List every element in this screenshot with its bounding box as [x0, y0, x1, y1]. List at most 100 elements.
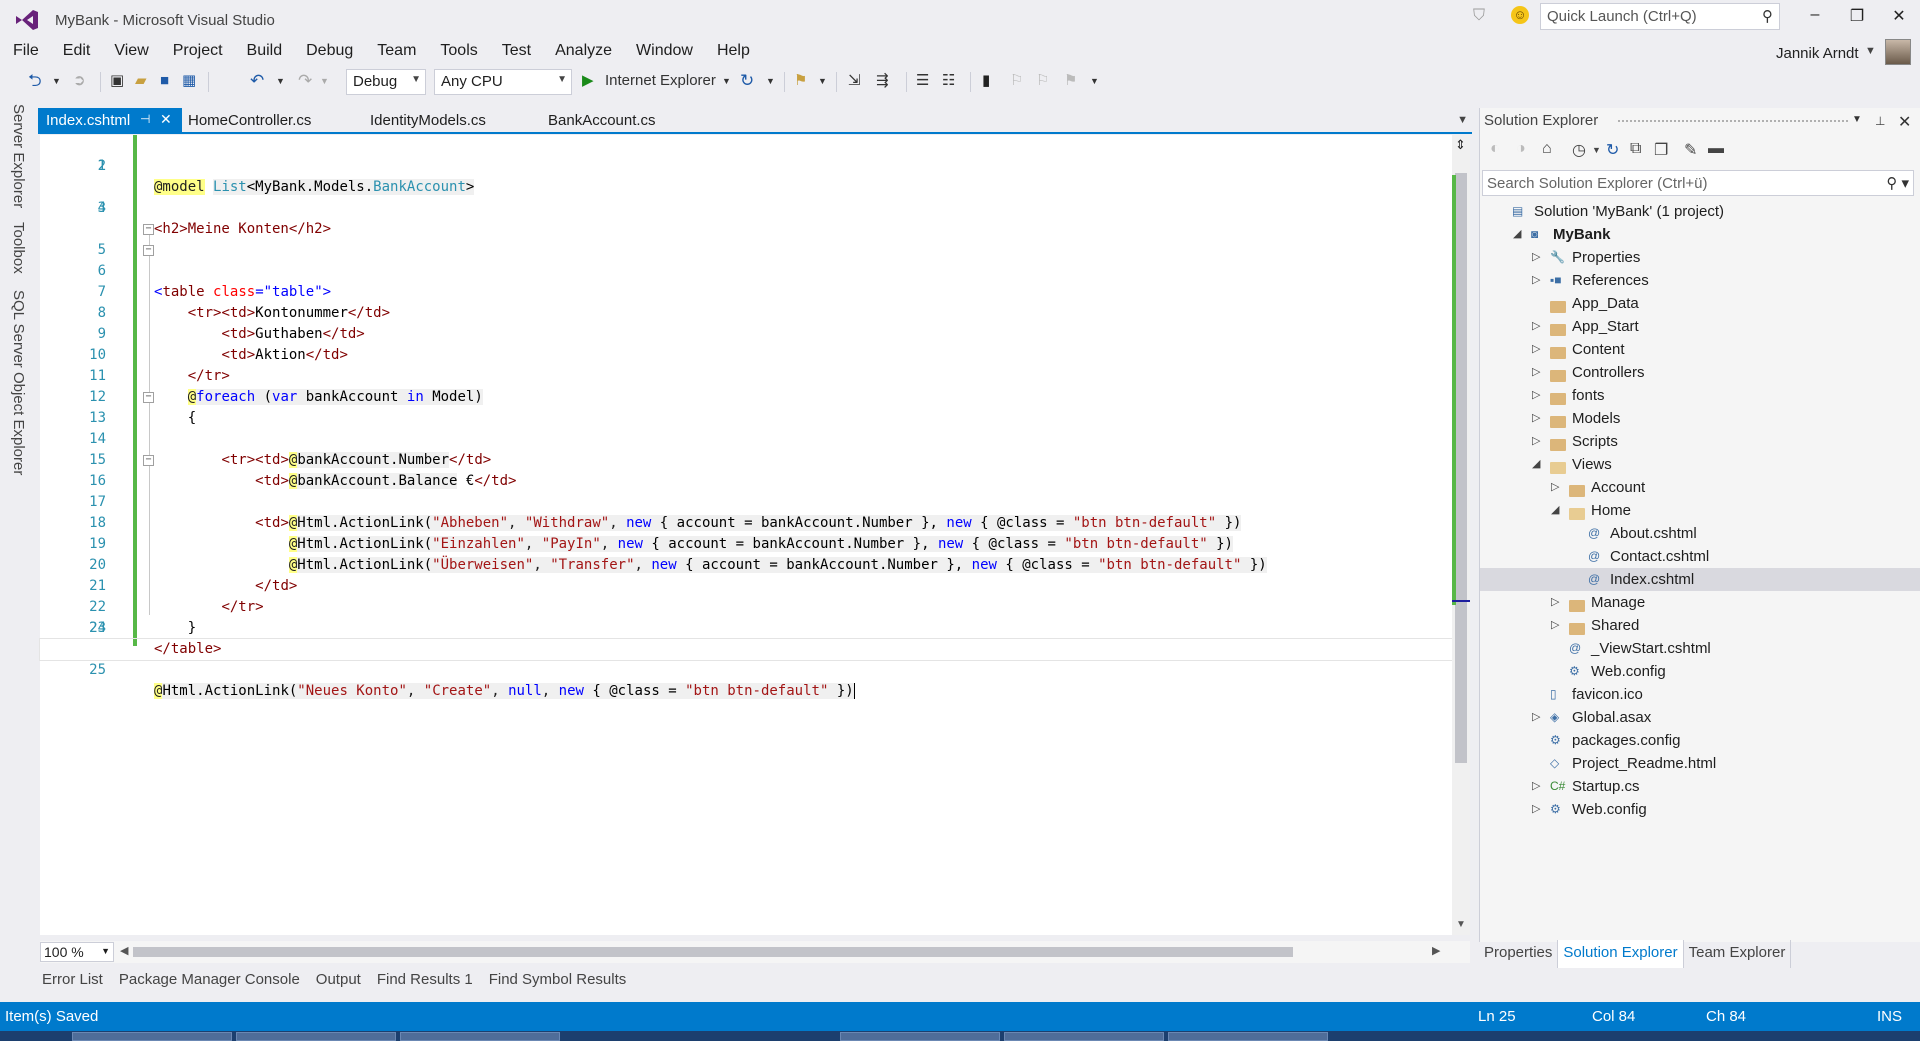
forward-icon[interactable]: ◑ [1516, 140, 1526, 158]
tree-item[interactable]: ▷ Shared [1480, 614, 1920, 637]
expand-icon[interactable]: ▷ [1532, 384, 1540, 407]
search-icon[interactable]: ⚲ [1762, 7, 1773, 25]
chevron-down-icon[interactable]: ▼ [1592, 145, 1601, 155]
tree-item[interactable]: ▷ ▪■ References [1480, 269, 1920, 292]
scroll-down-icon[interactable]: ▼ [1456, 919, 1466, 930]
tree-item[interactable]: ◢ ◙ MyBank [1480, 223, 1920, 246]
chevron-down-icon[interactable]: ▼ [722, 70, 731, 92]
split-icon[interactable]: ⇕ [1455, 137, 1466, 153]
menu-file[interactable]: File [0, 38, 51, 65]
expand-icon[interactable]: ▷ [1532, 269, 1540, 292]
tree-item[interactable]: ▯ favicon.ico [1480, 683, 1920, 706]
bookmark-icon[interactable]: ▮ [982, 70, 990, 92]
step-over-icon[interactable]: ⇶ [876, 70, 889, 92]
solution-platform-dropdown[interactable]: Any CPU ▼ [434, 69, 572, 95]
undo-icon[interactable]: ↶ [250, 70, 264, 92]
new-project-icon[interactable]: ▣ [110, 70, 124, 92]
start-debugging-icon[interactable]: ▶ [582, 70, 594, 92]
scroll-left-icon[interactable]: ◀ [120, 944, 128, 957]
menu-window[interactable]: Window [624, 38, 705, 65]
tab-sql-server-object-explorer[interactable]: SQL Server Object Explorer [10, 290, 27, 475]
menu-test[interactable]: Test [490, 38, 543, 65]
tab-identitymodels-cs[interactable]: IdentityModels.cs [362, 108, 494, 133]
tab-index-cshtml[interactable]: Index.cshtml ⊣ ✕ [38, 108, 182, 133]
taskbar-item[interactable] [1004, 1032, 1164, 1041]
expand-icon[interactable]: ▷ [1551, 614, 1559, 637]
tree-item[interactable]: ⚙ Web.config [1480, 660, 1920, 683]
taskbar-item[interactable] [236, 1032, 396, 1041]
vertical-scrollbar[interactable]: ⇕ ▼ [1452, 135, 1470, 935]
expand-icon[interactable]: ▷ [1532, 246, 1540, 269]
solution-search-input[interactable]: Search Solution Explorer (Ctrl+ü) ⚲ ▾ [1482, 170, 1914, 196]
scrollbar-thumb[interactable] [1455, 173, 1467, 763]
tab-solution-explorer[interactable]: Solution Explorer [1558, 940, 1684, 968]
tree-item[interactable]: ▷ ◈ Global.asax [1480, 706, 1920, 729]
home-icon[interactable]: ⌂ [1542, 140, 1552, 158]
tree-item[interactable]: ▷ Models [1480, 407, 1920, 430]
chevron-down-icon[interactable]: ▼ [1852, 114, 1862, 125]
tab-server-explorer[interactable]: Server Explorer [10, 104, 27, 208]
menu-tools[interactable]: Tools [428, 38, 489, 65]
user-name[interactable]: Jannik Arndt [1776, 45, 1859, 62]
properties-wrench-icon[interactable]: ✎ [1684, 140, 1697, 160]
tree-item[interactable]: ◇ Project_Readme.html [1480, 752, 1920, 775]
search-icon[interactable]: ⚲ ▾ [1886, 174, 1909, 192]
expand-icon[interactable]: ▷ [1532, 775, 1540, 798]
chevron-down-icon[interactable]: ▼ [1865, 45, 1876, 57]
pin-icon[interactable]: ⊣ [140, 112, 150, 126]
expand-icon[interactable]: ▷ [1532, 338, 1540, 361]
preview-icon[interactable]: ▬ [1708, 140, 1724, 158]
tree-item[interactable]: ▷ 🔧 Properties [1480, 246, 1920, 269]
collapse-all-icon[interactable]: ⧉ [1630, 140, 1641, 158]
collapse-icon[interactable]: ◢ [1532, 453, 1540, 476]
taskbar-item[interactable] [72, 1032, 232, 1041]
open-file-icon[interactable]: ▰ [135, 70, 147, 92]
run-target-label[interactable]: Internet Explorer [605, 70, 716, 92]
tree-item[interactable]: ▷ Controllers [1480, 361, 1920, 384]
tab-team-explorer[interactable]: Team Explorer [1684, 940, 1792, 968]
pin-icon[interactable]: ⊥ [1875, 114, 1885, 128]
collapse-icon[interactable]: − [143, 245, 154, 256]
collapse-icon[interactable]: − [143, 455, 154, 466]
expand-icon[interactable]: ▷ [1532, 315, 1540, 338]
zoom-dropdown[interactable]: 100 % ▼ [40, 942, 114, 962]
clear-bookmarks-icon[interactable]: ⚑ [1064, 70, 1077, 92]
expand-icon[interactable]: ▷ [1532, 361, 1540, 384]
scroll-right-icon[interactable]: ▶ [1432, 944, 1440, 957]
navigate-back-icon[interactable]: ⮌ [28, 70, 42, 92]
menu-edit[interactable]: Edit [51, 38, 103, 65]
chevron-down-icon[interactable]: ▼ [276, 70, 285, 92]
indent-icon[interactable]: ☰ [916, 70, 929, 92]
feedback-smiley-icon[interactable]: ☺ [1511, 6, 1529, 24]
expand-icon[interactable]: ▷ [1532, 706, 1540, 729]
chevron-down-icon[interactable]: ▼ [1457, 114, 1468, 126]
collapse-icon[interactable]: − [143, 224, 154, 235]
tree-item[interactable]: ▷ Account [1480, 476, 1920, 499]
find-in-files-icon[interactable]: ⚑ [794, 70, 807, 92]
tree-item[interactable]: ⚙ packages.config [1480, 729, 1920, 752]
expand-icon[interactable]: ▷ [1532, 798, 1540, 821]
quick-launch-input[interactable]: Quick Launch (Ctrl+Q) ⚲ [1540, 3, 1780, 30]
tree-item[interactable]: ▷ App_Start [1480, 315, 1920, 338]
prev-bookmark-icon[interactable]: ⚐ [1010, 70, 1023, 92]
tab-output[interactable]: Output [310, 966, 367, 996]
tab-homecontroller-cs[interactable]: HomeController.cs [180, 108, 319, 133]
menu-help[interactable]: Help [705, 38, 762, 65]
menu-project[interactable]: Project [161, 38, 235, 65]
tab-error-list[interactable]: Error List [36, 966, 109, 996]
tree-item[interactable]: ◢ Views [1480, 453, 1920, 476]
taskbar-item[interactable] [400, 1032, 560, 1041]
minimize-button[interactable]: – [1800, 6, 1830, 30]
taskbar-item[interactable] [1168, 1032, 1328, 1041]
restore-button[interactable]: ❐ [1842, 6, 1872, 30]
avatar[interactable] [1885, 39, 1911, 65]
comment-icon[interactable]: ☷ [942, 70, 955, 92]
menu-view[interactable]: View [102, 38, 160, 65]
solution-configuration-dropdown[interactable]: Debug ▼ [346, 69, 426, 95]
tree-item[interactable]: ▤ Solution 'MyBank' (1 project) [1480, 200, 1920, 223]
close-icon[interactable]: ✕ [160, 111, 172, 128]
horizontal-scrollbar-thumb[interactable] [133, 947, 1293, 957]
back-icon[interactable]: ◐ [1490, 140, 1500, 158]
chevron-down-icon[interactable]: ▼ [1090, 70, 1099, 92]
tab-find-results-1[interactable]: Find Results 1 [371, 966, 479, 996]
